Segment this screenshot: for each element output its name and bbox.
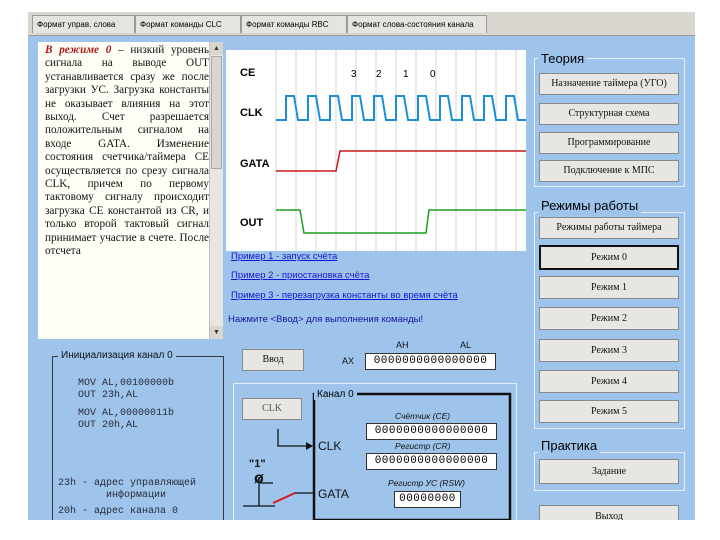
clk-arrow-icon [306,442,313,450]
gata-switch [272,492,296,504]
enter-button[interactable]: Ввод [242,349,304,371]
register-cr-label: Регистр (CR) [395,441,451,451]
mode-3-button[interactable]: Режим 3 [539,339,679,362]
application-window: Формат управ. слова Формат команды CLC Ф… [28,12,695,520]
counter-label: Счётчик (CE) [395,411,451,421]
tab-control-word-format[interactable]: Формат управ. слова [32,15,135,33]
mps-connection-button[interactable]: Подключение к МПС [539,160,679,182]
tab-rbc-command-format[interactable]: Формат команды RBC [241,15,347,33]
mode-5-button[interactable]: Режим 5 [539,400,679,423]
exit-button[interactable]: Выход [539,505,679,520]
ce-count-0: 0 [430,69,436,80]
block-diagram-button[interactable]: Структурная схема [539,103,679,125]
mode-0-button[interactable]: Режим 0 [539,245,679,270]
gata-level-label: "1" [249,458,266,470]
counter-value: 0000000000000000 [366,423,497,440]
init-note-line-1: 23h - адрес управляющей [58,478,197,489]
channel-clk-label: CLK [318,439,342,453]
scroll-down-arrow-icon[interactable]: ▼ [210,326,223,339]
enter-hint: Нажмите <Ввод> для выполнения команды! [228,314,424,325]
channel-title: Канал 0 [314,389,357,400]
scroll-up-arrow-icon[interactable]: ▲ [210,42,223,55]
control-register-label: Регистр УС (RSW) [388,478,465,488]
mode-4-button[interactable]: Режим 4 [539,370,679,393]
task-button[interactable]: Задание [539,459,679,484]
example-2-link[interactable]: Пример 2 - приостановка счёта [231,270,369,281]
ce-count-3: 3 [351,69,357,80]
tab-channel-status-format[interactable]: Формат слова-состояния канала [347,15,487,33]
signal-label-gata: GATA [240,158,270,170]
out-waveform [276,209,526,234]
init-code-line-2: OUT 23h,AL [78,390,139,401]
format-tab-bar: Формат управ. слова Формат команды CLC Ф… [28,12,695,36]
timer-purpose-button[interactable]: Назначение таймера (УГО) [539,73,679,95]
tab-clc-command-format[interactable]: Формат команды CLC [135,15,241,33]
ax-register-value: 0000000000000000 [365,353,496,370]
mode-2-button[interactable]: Режим 2 [539,307,679,330]
init-code-line-3: MOV AL,00000011b [78,408,175,419]
signal-label-ce: CE [240,67,255,79]
ce-count-2: 2 [376,69,382,80]
mode-description-text: В режиме 0 – низкий уровень сигнала на в… [38,42,213,339]
register-cr-value: 0000000000000000 [366,453,497,470]
scrollbar-thumb[interactable] [211,56,222,169]
signal-label-clk: CLK [240,107,263,119]
init-note-line-3: 20h - адрес канала 0 [58,506,179,517]
ce-count-1: 1 [403,69,409,80]
ah-label: AH [396,340,409,350]
example-1-link[interactable]: Пример 1 - запуск счёта [231,251,337,262]
init-code-line-1: MOV AL,00100000b [78,378,175,389]
initialization-title: Инициализация канал 0 [58,350,176,361]
modes-group-title: Режимы работы [538,198,642,213]
channel-gata-label: GATA [318,487,349,501]
control-register-value: 00000000 [394,491,461,508]
mode-description-body: – низкий уровень сигнала на выводе OUT у… [45,44,209,258]
mode-1-button[interactable]: Режим 1 [539,276,679,299]
ground-symbol-icon: ø [254,470,264,487]
al-label: AL [460,340,472,350]
clk-waveform [276,95,526,121]
description-scrollbar[interactable]: ▲ ▼ [209,42,223,339]
gata-waveform [276,150,526,172]
programming-button[interactable]: Программирование [539,132,679,154]
mode-description-lead: В режиме 0 [45,44,112,56]
timer-modes-button[interactable]: Режимы работы таймера [539,217,679,239]
signal-label-out: OUT [240,217,264,229]
clk-button[interactable]: CLK [242,398,302,420]
timing-diagram: CE CLK GATA OUT 3 2 1 0 [226,50,526,251]
practice-group-title: Практика [538,438,601,453]
ax-label: AX [342,356,355,366]
init-code-line-4: OUT 20h,AL [78,420,139,431]
example-3-link[interactable]: Пример 3 - перезагрузка константы во вре… [231,290,458,301]
theory-group-title: Теория [538,51,588,66]
init-note-line-2: информации [58,490,167,501]
